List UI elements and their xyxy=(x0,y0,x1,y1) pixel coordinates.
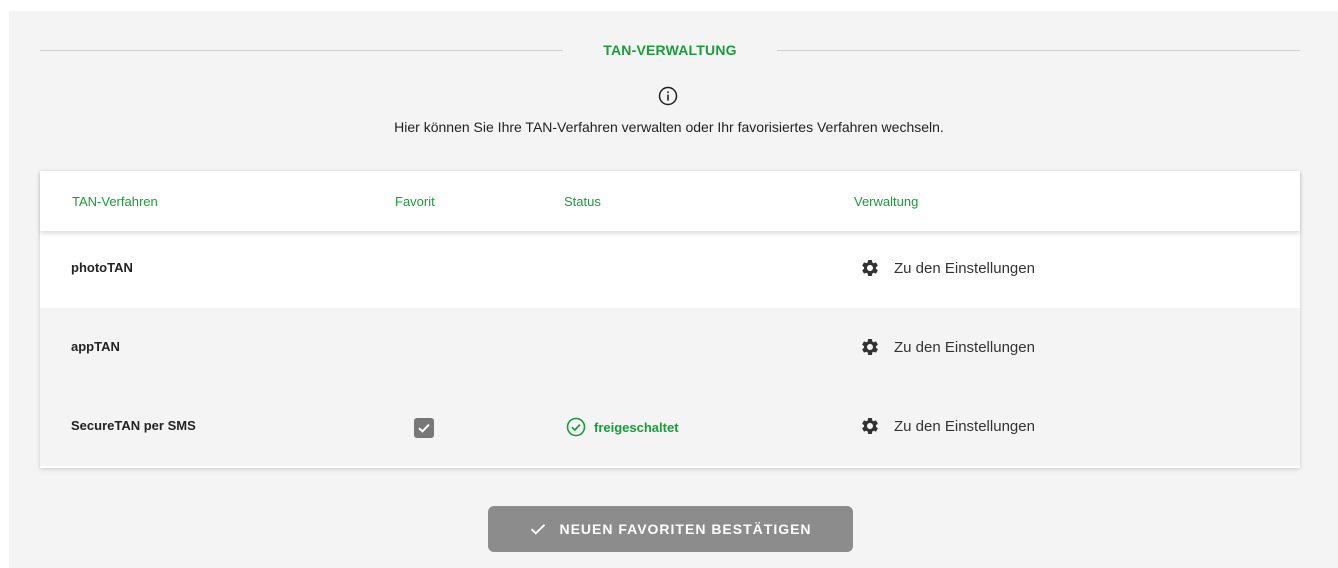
settings-link-apptan[interactable]: Zu den Einstellungen xyxy=(860,337,1035,357)
gear-icon xyxy=(862,418,878,434)
table-row: appTAN Zu den Einstellungen xyxy=(40,308,1300,387)
confirm-new-favorite-button[interactable]: NEUEN FAVORITEN BESTÄTIGEN xyxy=(488,506,853,552)
status-label: freigeschaltet xyxy=(594,419,679,435)
settings-link-label: Zu den Einstellungen xyxy=(894,417,1035,435)
settings-link-securetan-sms[interactable]: Zu den Einstellungen xyxy=(860,416,1035,436)
settings-link-phototan[interactable]: Zu den Einstellungen xyxy=(860,258,1035,278)
confirm-button-label: NEUEN FAVORITEN BESTÄTIGEN xyxy=(559,521,812,537)
tan-method-name: appTAN xyxy=(71,339,120,354)
section-title: TAN-VERWALTUNG xyxy=(603,42,737,58)
settings-link-label: Zu den Einstellungen xyxy=(894,259,1035,277)
tan-methods-table: TAN-Verfahren Favorit Status Verwaltung … xyxy=(40,171,1300,468)
column-header-management: Verwaltung xyxy=(854,194,919,209)
table-row: photoTAN Zu den Einstellungen xyxy=(40,229,1300,308)
info-icon xyxy=(658,86,678,106)
checkbox-checked-icon xyxy=(418,423,430,433)
divider-left xyxy=(40,50,563,51)
info-text: Hier können Sie Ihre TAN-Verfahren verwa… xyxy=(394,119,944,135)
check-icon xyxy=(531,524,546,535)
check-circle-icon xyxy=(566,417,586,437)
column-header-status: Status xyxy=(564,194,601,209)
table-row: SecureTAN per SMS freigeschaltet Zu den … xyxy=(40,387,1300,466)
settings-link-label: Zu den Einstellungen xyxy=(894,338,1035,356)
divider-right xyxy=(777,50,1300,51)
section-header: TAN-VERWALTUNG xyxy=(40,40,1300,60)
tan-method-name: SecureTAN per SMS xyxy=(71,418,196,433)
status-badge: freigeschaltet xyxy=(566,417,679,437)
column-header-favorite: Favorit xyxy=(395,194,435,209)
gear-icon xyxy=(862,260,878,276)
table-header: TAN-Verfahren Favorit Status Verwaltung xyxy=(40,171,1300,231)
tan-method-name: photoTAN xyxy=(71,260,133,275)
gear-icon xyxy=(862,339,878,355)
favorite-checkbox[interactable] xyxy=(414,418,434,438)
column-header-method: TAN-Verfahren xyxy=(72,194,158,209)
